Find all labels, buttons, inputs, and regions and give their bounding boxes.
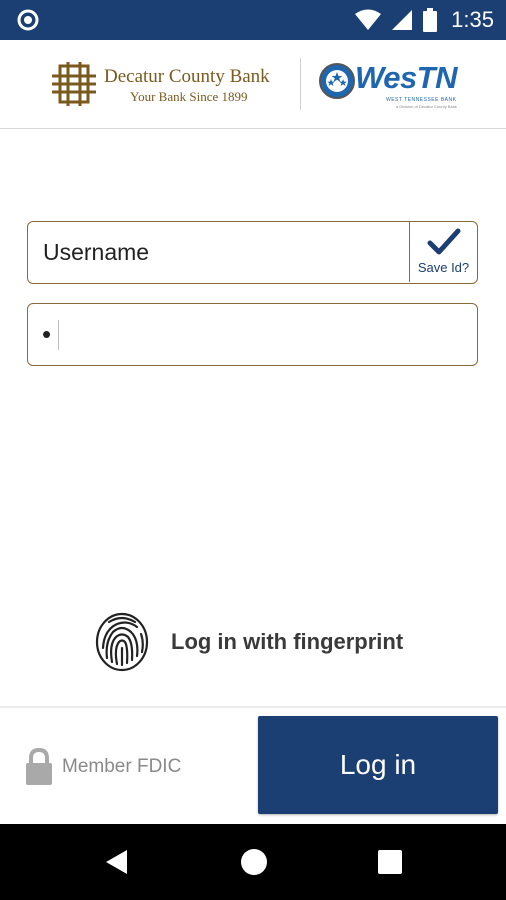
password-input[interactable] [28,304,477,364]
fingerprint-label: Log in with fingerprint [171,629,404,654]
text-caret [58,320,59,350]
recents-icon[interactable] [377,849,403,875]
save-id-checkbox[interactable]: Save Id? [409,222,477,282]
bank-logo-icon [52,62,96,106]
member-fdic-label: Member FDIC [62,756,182,777]
bottom-bar: Member FDIC Log in [0,706,506,826]
login-button[interactable]: Log in [258,716,498,814]
bank-name: Decatur County Bank [104,66,270,87]
checkmark-icon [427,228,460,255]
fingerprint-icon [95,612,149,672]
wifi-icon [355,9,382,30]
partner-subtitle: WEST TENNESSEE BANK [386,97,457,103]
password-field [27,303,478,366]
status-time: 1:35 [451,7,494,32]
home-icon[interactable] [240,848,268,876]
tennessee-seal-icon [319,63,355,99]
partner-subtitle-2: a Division of Decatur County Bank [396,104,457,109]
navigation-bar [0,824,506,900]
signal-icon [392,10,413,30]
app-circle-icon [17,9,39,31]
status-bar: 1:35 [0,0,506,40]
lock-icon [26,748,52,785]
battery-icon [423,8,438,32]
username-field: Save Id? [27,221,478,284]
status-icons: 1:35 [355,0,494,40]
save-id-label: Save Id? [417,260,470,275]
partner-logo-text: WesTN [355,60,458,95]
fingerprint-login[interactable]: Log in with fingerprint [95,612,403,672]
header: Decatur County Bank Your Bank Since 1899… [0,40,506,129]
bank-tagline: Your Bank Since 1899 [130,89,248,104]
header-divider [300,58,301,110]
username-input[interactable] [28,222,411,282]
back-icon[interactable] [103,848,131,876]
